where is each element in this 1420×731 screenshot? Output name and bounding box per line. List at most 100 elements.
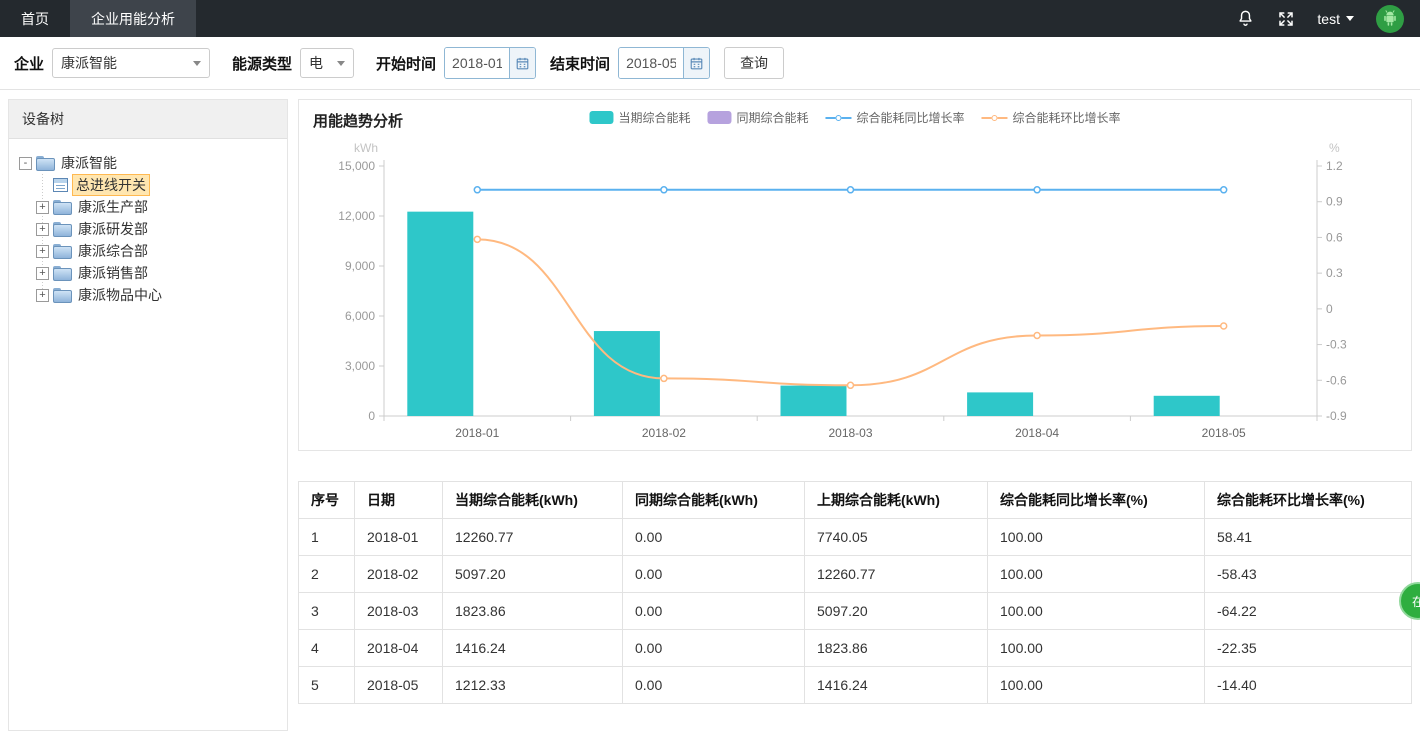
chart-legend: 当期综合能耗同期综合能耗 综合能耗同比增长率 综合能耗环比增长率 — [589, 109, 1120, 126]
legend-item[interactable]: 综合能耗同比增长率 — [826, 109, 965, 126]
main-area: 用能趋势分析 当期综合能耗同期综合能耗综合能耗同比增长率综合能耗环比增长率 03… — [298, 99, 1412, 731]
tree-root-label[interactable]: 康派智能 — [57, 152, 121, 174]
table-cell: 7740.05 — [805, 519, 988, 556]
legend-bar-swatch — [589, 111, 613, 124]
content-area: 设备树 - 康派智能 总进线开关 + 康派生产部 + 康派研发部 + 康派综合部 + 康派销售部… — [0, 90, 1420, 731]
device-icon — [53, 178, 68, 192]
table-cell: 12260.77 — [805, 556, 988, 593]
tree-item[interactable]: + 康派研发部 — [36, 218, 277, 240]
svg-text:9,000: 9,000 — [345, 259, 375, 273]
table-row: 42018-041416.240.001823.86100.00-22.35 — [299, 630, 1412, 667]
column-header: 综合能耗环比增长率(%) — [1205, 482, 1412, 519]
start-time-input[interactable] — [445, 48, 509, 78]
query-button[interactable]: 查询 — [724, 47, 784, 79]
expand-icon[interactable]: + — [36, 223, 49, 236]
nav-tab-energy-analysis[interactable]: 企业用能分析 — [70, 0, 196, 37]
tree-item-label[interactable]: 康派综合部 — [74, 240, 152, 262]
expand-icon[interactable]: + — [36, 289, 49, 302]
data-table-wrap: 序号日期当期综合能耗(kWh)同期综合能耗(kWh)上期综合能耗(kWh)综合能… — [298, 481, 1412, 704]
expand-icon[interactable]: + — [36, 201, 49, 214]
expand-icon[interactable]: + — [36, 267, 49, 280]
table-cell: 2018-03 — [355, 593, 443, 630]
table-cell: 5097.20 — [443, 556, 623, 593]
calendar-icon[interactable] — [683, 48, 709, 78]
table-cell: -64.22 — [1205, 593, 1412, 630]
chevron-down-icon — [1346, 16, 1354, 21]
svg-text:2018-02: 2018-02 — [642, 426, 686, 440]
tree-item-label[interactable]: 康派生产部 — [74, 196, 152, 218]
android-avatar[interactable] — [1376, 5, 1404, 33]
floating-helper-label: 在 — [1412, 593, 1420, 610]
table-cell: 0.00 — [623, 630, 805, 667]
end-time-label: 结束时间 — [550, 53, 610, 74]
table-cell: -22.35 — [1205, 630, 1412, 667]
svg-text:kWh: kWh — [354, 141, 378, 155]
calendar-icon[interactable] — [509, 48, 535, 78]
user-menu[interactable]: test — [1317, 11, 1354, 27]
column-header: 同期综合能耗(kWh) — [623, 482, 805, 519]
svg-text:0: 0 — [1326, 302, 1333, 316]
energy-type-select[interactable]: 电 — [300, 48, 354, 78]
legend-line-swatch — [826, 115, 852, 121]
device-tree: - 康派智能 总进线开关 + 康派生产部 + 康派研发部 + 康派综合部 + 康派销售部 + 康派物… — [9, 139, 287, 319]
tree-item-label[interactable]: 康派销售部 — [74, 262, 152, 284]
table-cell: 5097.20 — [805, 593, 988, 630]
enterprise-select-value: 康派智能 — [61, 53, 117, 73]
legend-item[interactable]: 当期综合能耗 — [589, 109, 690, 126]
tree-item[interactable]: + 康派生产部 — [36, 196, 277, 218]
energy-type-select-value: 电 — [309, 53, 323, 73]
tree-root[interactable]: - 康派智能 — [19, 152, 277, 174]
device-tree-title: 设备树 — [9, 100, 287, 139]
table-row: 22018-025097.200.0012260.77100.00-58.43 — [299, 556, 1412, 593]
table-cell: 100.00 — [988, 519, 1205, 556]
trend-chart: 03,0006,0009,00012,00015,000-0.9-0.6-0.3… — [299, 134, 1411, 448]
start-time-label: 开始时间 — [376, 53, 436, 74]
tree-item-label[interactable]: 康派物品中心 — [74, 284, 166, 306]
fullscreen-icon[interactable] — [1277, 10, 1295, 28]
folder-icon — [53, 200, 70, 214]
tree-item[interactable]: + 康派销售部 — [36, 262, 277, 284]
end-time-input[interactable] — [619, 48, 683, 78]
chevron-down-icon — [337, 61, 345, 66]
legend-label: 当期综合能耗 — [618, 109, 690, 126]
enterprise-select[interactable]: 康派智能 — [52, 48, 210, 78]
tree-children: 总进线开关 + 康派生产部 + 康派研发部 + 康派综合部 + 康派销售部 + 康派物品中心 — [36, 174, 277, 306]
tree-item-label[interactable]: 总进线开关 — [72, 174, 150, 196]
legend-line-swatch — [982, 115, 1008, 121]
energy-data-table: 序号日期当期综合能耗(kWh)同期综合能耗(kWh)上期综合能耗(kWh)综合能… — [298, 481, 1412, 704]
nav-tab-home[interactable]: 首页 — [0, 0, 70, 37]
legend-label: 综合能耗同比增长率 — [857, 109, 965, 126]
table-body: 12018-0112260.770.007740.05100.0058.4122… — [299, 519, 1412, 704]
column-header: 上期综合能耗(kWh) — [805, 482, 988, 519]
table-cell: 100.00 — [988, 667, 1205, 704]
expand-icon[interactable]: + — [36, 245, 49, 258]
legend-bar-swatch — [707, 111, 731, 124]
folder-icon — [53, 266, 70, 280]
legend-item[interactable]: 综合能耗环比增长率 — [982, 109, 1121, 126]
table-cell: 1823.86 — [443, 593, 623, 630]
table-cell: 2018-01 — [355, 519, 443, 556]
svg-text:12,000: 12,000 — [338, 209, 375, 223]
legend-label: 综合能耗环比增长率 — [1013, 109, 1121, 126]
tree-item[interactable]: 总进线开关 — [36, 174, 277, 196]
column-header: 日期 — [355, 482, 443, 519]
enterprise-label: 企业 — [14, 53, 44, 74]
tree-item[interactable]: + 康派物品中心 — [36, 284, 277, 306]
table-cell: 2018-05 — [355, 667, 443, 704]
svg-text:1.2: 1.2 — [1326, 159, 1343, 173]
collapse-icon[interactable]: - — [19, 157, 32, 170]
table-row: 32018-031823.860.005097.20100.00-64.22 — [299, 593, 1412, 630]
top-nav: 首页 企业用能分析 test — [0, 0, 1420, 37]
folder-icon — [36, 156, 53, 170]
legend-item[interactable]: 同期综合能耗 — [707, 109, 808, 126]
svg-text:0: 0 — [368, 409, 375, 423]
tree-item[interactable]: + 康派综合部 — [36, 240, 277, 262]
bell-icon[interactable] — [1236, 9, 1255, 28]
table-cell: 12260.77 — [443, 519, 623, 556]
tree-item-label[interactable]: 康派研发部 — [74, 218, 152, 240]
sidebar: 设备树 - 康派智能 总进线开关 + 康派生产部 + 康派研发部 + 康派综合部 + 康派销售部… — [8, 99, 288, 731]
svg-text:6,000: 6,000 — [345, 309, 375, 323]
table-cell: 2018-02 — [355, 556, 443, 593]
table-cell: 100.00 — [988, 593, 1205, 630]
table-cell: 5 — [299, 667, 355, 704]
